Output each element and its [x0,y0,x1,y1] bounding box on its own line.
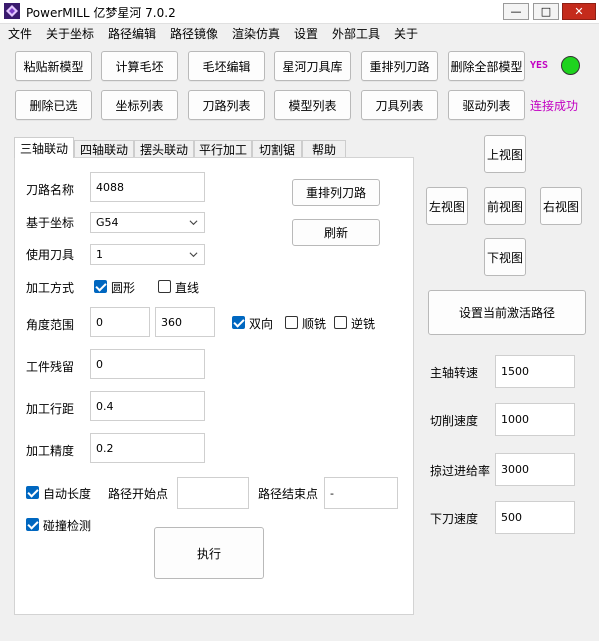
conventional-label: 逆铣 [351,317,376,331]
tool-list-button[interactable]: 刀具列表 [361,90,438,120]
tool-select[interactable]: 1 [90,244,205,265]
stepover-label: 加工行距 [26,402,75,416]
method-circle-label: 圆形 [111,281,136,295]
left-view-button[interactable]: 左视图 [426,187,468,225]
tab-parallel[interactable]: 平行加工 [194,140,252,158]
path-end-label: 路径结束点 [258,487,319,501]
tab-head-swing[interactable]: 摆头联动 [134,140,194,158]
refresh-button[interactable]: 刷新 [292,219,380,246]
tab-cutting-saw[interactable]: 切割锯 [252,140,302,158]
path-start-label: 路径开始点 [108,487,169,501]
climb-label: 顺铣 [302,317,327,331]
top-view-button[interactable]: 上视图 [484,135,526,173]
stepover-input[interactable]: 0.4 [90,391,205,421]
spindle-speed-input[interactable]: 1500 [495,355,575,388]
toolpath-name-label: 刀路名称 [26,183,75,197]
menu-render-sim[interactable]: 渲染仿真 [232,25,280,42]
edit-stock-button[interactable]: 毛坯编辑 [188,51,265,81]
tab-three-axis[interactable]: 三轴联动 [14,137,74,158]
angle-from-input[interactable]: 0 [90,307,150,337]
plunge-speed-input[interactable]: 500 [495,501,575,534]
set-active-path-button[interactable]: 设置当前激活路径 [428,290,586,335]
auto-length-checkbox[interactable] [26,486,39,499]
driver-list-button[interactable]: 驱动列表 [448,90,525,120]
bidirectional-label: 双向 [249,317,274,331]
chevron-down-icon [189,220,198,226]
conventional-checkbox[interactable] [334,316,347,329]
toolpath-list-button[interactable]: 刀路列表 [188,90,265,120]
app-logo-icon [4,3,20,19]
tool-label: 使用刀具 [26,248,75,262]
rapid-feed-input[interactable]: 3000 [495,453,575,486]
stock-label: 工件残留 [26,360,75,374]
coordinate-select-value: G54 [96,216,119,229]
connection-status-text: 连接成功 [530,99,579,113]
coordinate-select[interactable]: G54 [90,212,205,233]
reorder-toolpaths-button[interactable]: 重排列刀路 [361,51,438,81]
method-label: 加工方式 [26,281,75,295]
reorder-paths-button[interactable]: 重排列刀路 [292,179,380,206]
tolerance-label: 加工精度 [26,444,75,458]
maximize-button[interactable]: □ [533,3,559,20]
menu-external-tools[interactable]: 外部工具 [332,25,380,42]
window-title: PowerMILL 亿梦星河 7.0.2 [26,6,176,20]
path-start-input[interactable] [177,477,249,509]
climb-checkbox[interactable] [285,316,298,329]
method-line-checkbox[interactable] [158,280,171,293]
front-view-button[interactable]: 前视图 [484,187,526,225]
menu-settings[interactable]: 设置 [294,25,318,42]
compute-stock-button[interactable]: 计算毛坯 [101,51,178,81]
menu-about[interactable]: 关于 [394,25,418,42]
coordinate-label: 基于坐标 [26,216,75,230]
connection-led-icon [561,56,580,75]
tool-library-button[interactable]: 星河刀具库 [274,51,351,81]
toolpath-name-input[interactable]: 4088 [90,172,205,202]
delete-all-models-button[interactable]: 删除全部模型 [448,51,525,81]
menu-file[interactable]: 文件 [8,25,32,42]
angle-to-input[interactable]: 360 [155,307,215,337]
bottom-view-button[interactable]: 下视图 [484,238,526,276]
yes-status-text: YES [530,60,549,71]
menu-path-edit[interactable]: 路径编辑 [108,25,156,42]
tolerance-input[interactable]: 0.2 [90,433,205,463]
method-line-label: 直线 [175,281,200,295]
spindle-speed-label: 主轴转速 [430,366,479,380]
collision-check-checkbox[interactable] [26,518,39,531]
minimize-button[interactable]: — [503,3,529,20]
collision-check-label: 碰撞检测 [43,519,92,533]
plunge-speed-label: 下刀速度 [430,512,479,526]
coordinate-list-button[interactable]: 坐标列表 [101,90,178,120]
menu-coordinates[interactable]: 关于坐标 [46,25,94,42]
chevron-down-icon [189,252,198,258]
auto-length-label: 自动长度 [43,487,92,501]
tab-four-axis[interactable]: 四轴联动 [74,140,134,158]
tool-select-value: 1 [96,248,103,261]
model-list-button[interactable]: 模型列表 [274,90,351,120]
close-button[interactable]: ✕ [562,3,596,20]
stock-input[interactable]: 0 [90,349,205,379]
tab-help[interactable]: 帮助 [302,140,346,158]
rapid-feed-label: 掠过进给率 [430,464,491,478]
cut-speed-label: 切削速度 [430,414,479,428]
right-view-button[interactable]: 右视图 [540,187,582,225]
method-circle-checkbox[interactable] [94,280,107,293]
bidirectional-checkbox[interactable] [232,316,245,329]
menu-path-mirror[interactable]: 路径镜像 [170,25,218,42]
angle-range-label: 角度范围 [26,318,75,332]
cut-speed-input[interactable]: 1000 [495,403,575,436]
execute-button[interactable]: 执行 [154,527,264,579]
path-end-input[interactable]: - [324,477,398,509]
paste-new-model-button[interactable]: 粘贴新模型 [15,51,92,81]
delete-selected-button[interactable]: 删除已选 [15,90,92,120]
